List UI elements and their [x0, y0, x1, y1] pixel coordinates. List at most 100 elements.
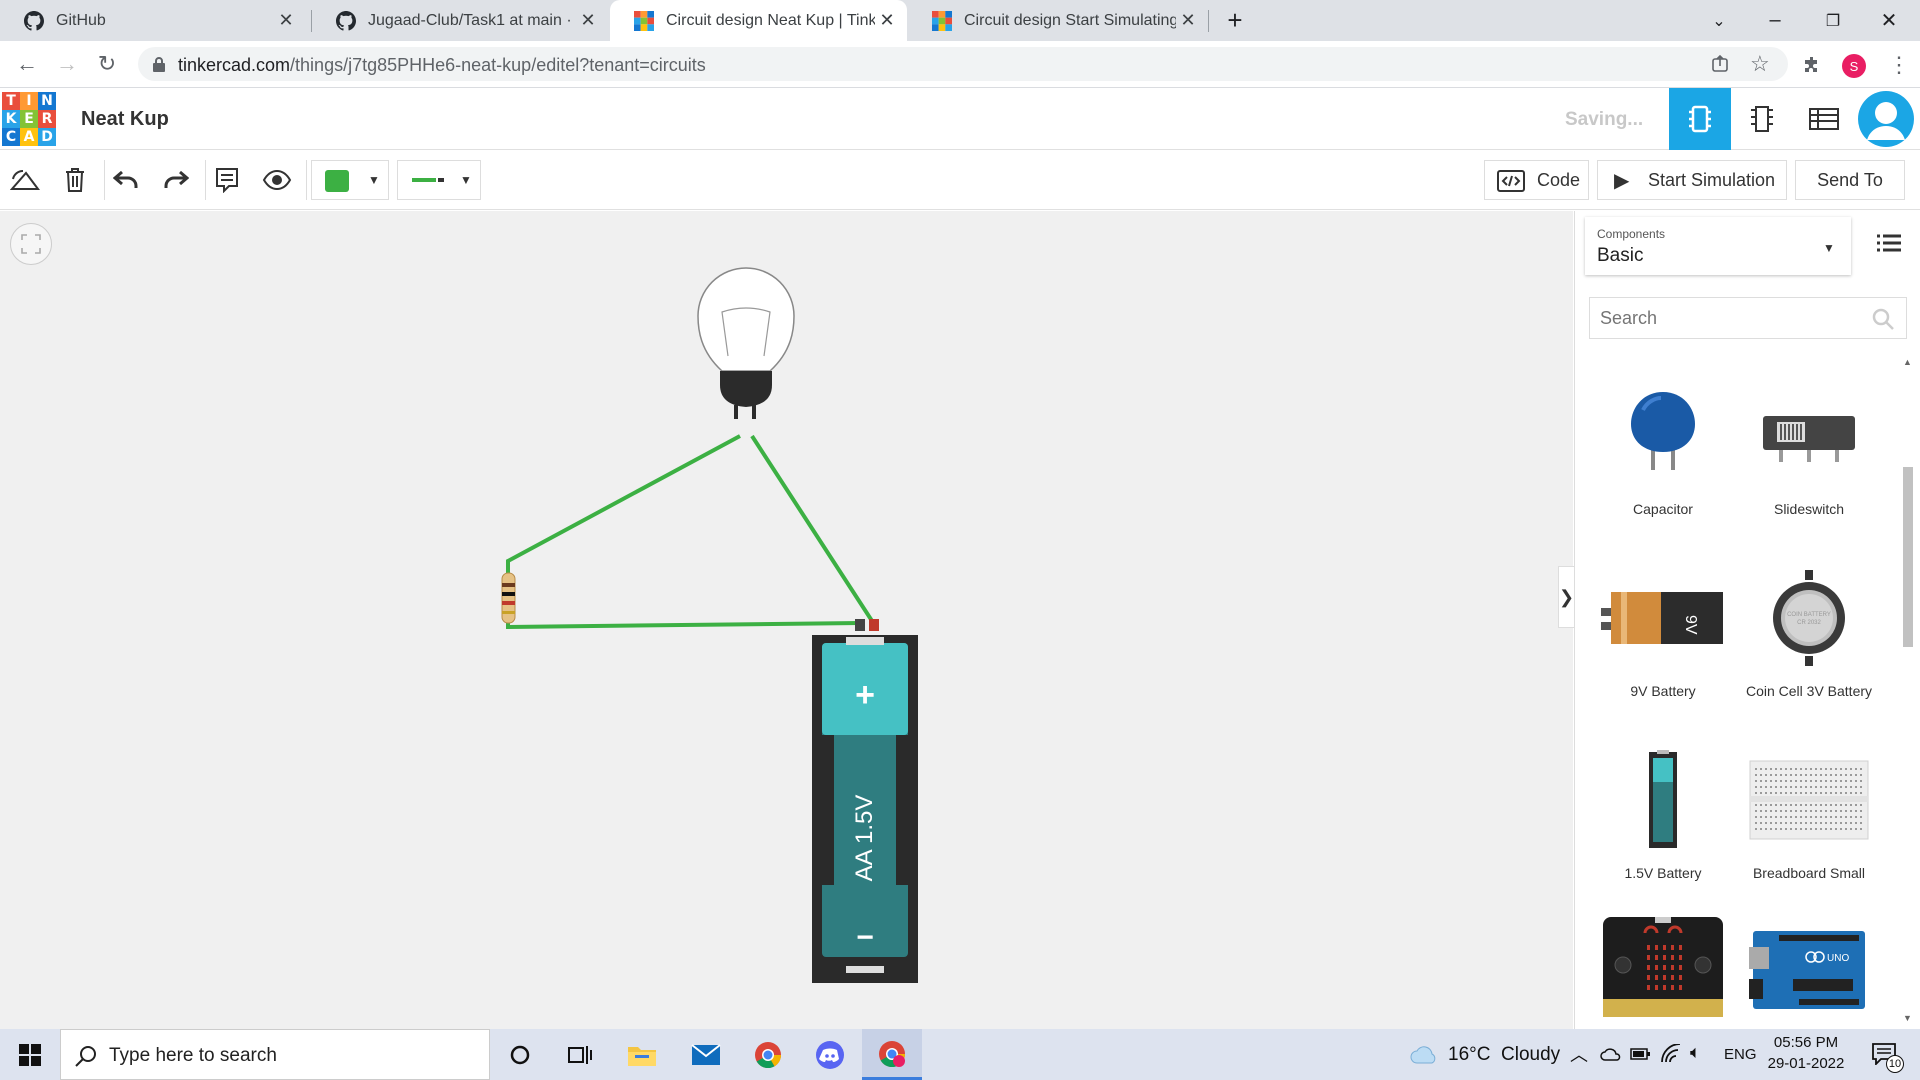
svg-text:UNO: UNO: [1827, 953, 1849, 964]
cortana-button[interactable]: [502, 1037, 538, 1073]
wire[interactable]: [506, 434, 741, 623]
logo-letter: E: [20, 110, 38, 128]
tinkercad-icon: [634, 10, 654, 31]
back-button[interactable]: ←: [12, 49, 42, 79]
forward-button[interactable]: →: [52, 49, 82, 79]
user-avatar[interactable]: [1855, 88, 1917, 150]
resistor[interactable]: [501, 572, 516, 624]
component-9v-battery[interactable]: 9V 9V Battery: [1593, 553, 1733, 699]
chevron-down-icon: ▼: [1823, 241, 1835, 255]
tray-expand-icon[interactable]: ︿: [1570, 1041, 1588, 1067]
code-button[interactable]: Code: [1484, 160, 1589, 200]
wire-type-dropdown[interactable]: ▼: [397, 160, 481, 200]
tab-search-button[interactable]: ⌄: [1692, 0, 1746, 41]
chrome-button[interactable]: [750, 1037, 786, 1073]
reload-button[interactable]: ↻: [92, 49, 122, 79]
start-simulation-button[interactable]: ▶ Start Simulation: [1597, 160, 1787, 200]
tab-title: Jugaad-Club/Task1 at main · Dipa: [368, 11, 576, 29]
list-toggle-button[interactable]: [1877, 233, 1901, 258]
eye-icon: [262, 169, 292, 191]
start-button[interactable]: [12, 1037, 48, 1073]
component-breadboard-small[interactable]: Breadboard Small: [1739, 735, 1879, 881]
tab-circuit-start-simulating[interactable]: Circuit design Start Simulating | T ✕: [908, 0, 1208, 41]
volume-icon[interactable]: 🔈︎: [1690, 1042, 1701, 1063]
undo-button[interactable]: [106, 160, 146, 200]
battery-icon[interactable]: [1630, 1046, 1652, 1062]
scrollbar[interactable]: ▲ ▼: [1901, 357, 1915, 1025]
bookmark-star-icon[interactable]: ☆: [1750, 51, 1770, 77]
close-icon[interactable]: ✕: [1176, 10, 1200, 31]
chrome-active-window-button[interactable]: [862, 1029, 922, 1080]
component-coin-cell-battery[interactable]: COIN BATTERY CR 2032 Coin Cell 3V Battery: [1739, 553, 1879, 699]
scroll-up-icon[interactable]: ▲: [1903, 357, 1912, 367]
file-explorer-button[interactable]: [624, 1037, 660, 1073]
extensions-icon[interactable]: [1802, 55, 1822, 75]
component-search-input[interactable]: [1589, 297, 1907, 339]
project-name[interactable]: Neat Kup: [81, 108, 169, 131]
tab-jugaad-club[interactable]: Jugaad-Club/Task1 at main · Dipa ✕: [312, 0, 608, 41]
minimize-button[interactable]: –: [1748, 0, 1802, 41]
component-arduino-uno[interactable]: UNO: [1739, 917, 1879, 1029]
component-1-5v-battery[interactable]: 1.5V Battery: [1593, 735, 1733, 881]
component-label: Coin Cell 3V Battery: [1745, 683, 1873, 699]
component-capacitor[interactable]: Capacitor: [1593, 371, 1733, 517]
component-microbit[interactable]: [1593, 917, 1733, 1029]
weather-text[interactable]: 16°C Cloudy: [1448, 1044, 1560, 1066]
github-icon: [336, 10, 356, 31]
onedrive-icon[interactable]: [1600, 1046, 1622, 1062]
wire-color-dropdown[interactable]: ▼: [311, 160, 389, 200]
component-label: Slideswitch: [1773, 501, 1845, 517]
component-label: 1.5V Battery: [1624, 865, 1702, 881]
clock-time: 05:56 PM: [1773, 1034, 1839, 1051]
scrollbar-thumb[interactable]: [1903, 467, 1913, 647]
tab-github[interactable]: GitHub ✕: [0, 0, 306, 41]
panel-toggle-chevron-icon[interactable]: ❯: [1558, 566, 1574, 628]
schematic-view-button[interactable]: [1731, 88, 1793, 150]
language-indicator[interactable]: ENG: [1724, 1046, 1757, 1063]
svg-text:COIN BATTERY: COIN BATTERY: [1787, 612, 1831, 618]
close-icon[interactable]: ✕: [576, 10, 600, 31]
code-icon: [1497, 170, 1525, 192]
profile-avatar[interactable]: S: [1842, 54, 1866, 78]
schematic-view-icon: [1751, 106, 1773, 132]
component-search-field[interactable]: [1600, 307, 1860, 329]
circuit-view-button[interactable]: [1669, 88, 1731, 150]
window-close-button[interactable]: ✕: [1862, 0, 1916, 41]
url-field[interactable]: tinkercad.com/things/j7tg85PHHe6-neat-ku…: [138, 47, 1788, 81]
mail-button[interactable]: [688, 1037, 724, 1073]
toggle-notes-visibility-button[interactable]: [257, 160, 297, 200]
new-tab-button[interactable]: +: [1208, 0, 1262, 41]
share-icon[interactable]: [1710, 54, 1730, 74]
task-view-button[interactable]: [562, 1037, 598, 1073]
light-bulb[interactable]: [697, 267, 795, 419]
wire[interactable]: [750, 434, 876, 626]
delete-button[interactable]: [55, 160, 95, 200]
scroll-down-icon[interactable]: ▼: [1903, 1013, 1912, 1023]
components-category-select[interactable]: Components Basic ▼: [1585, 217, 1851, 275]
tab-circuit-neat-kup[interactable]: Circuit design Neat Kup | Tinkerc ✕: [610, 0, 907, 41]
component-list-view-button[interactable]: [1793, 88, 1855, 150]
close-icon[interactable]: ✕: [875, 10, 899, 31]
battery-plus-sign: +: [855, 676, 875, 714]
notes-button[interactable]: [207, 160, 247, 200]
logo-letter: I: [20, 92, 38, 110]
discord-button[interactable]: [812, 1037, 848, 1073]
circuit-canvas[interactable]: + − AA 1.5V ❯: [0, 211, 1574, 1029]
windows-logo-icon: [19, 1044, 41, 1066]
tinkercad-logo[interactable]: T I N K E R C A D: [2, 92, 56, 146]
notification-center-button[interactable]: 10: [1868, 1039, 1908, 1073]
browser-tab-bar: GitHub ✕ Jugaad-Club/Task1 at main · Dip…: [0, 0, 1920, 41]
redo-button[interactable]: [156, 160, 196, 200]
maximize-button[interactable]: ❐: [1806, 0, 1860, 41]
send-to-button[interactable]: Send To: [1795, 160, 1905, 200]
close-icon[interactable]: ✕: [274, 10, 298, 31]
rotate-button[interactable]: [5, 160, 45, 200]
mail-icon: [691, 1044, 721, 1065]
wire[interactable]: [506, 621, 861, 630]
clock[interactable]: 05:56 PM 29-01-2022: [1766, 1034, 1846, 1072]
menu-kebab-icon[interactable]: ⋮: [1888, 52, 1910, 78]
wifi-icon[interactable]: [1660, 1044, 1682, 1064]
logo-letter: C: [2, 128, 20, 146]
component-slideswitch[interactable]: Slideswitch: [1739, 371, 1879, 517]
taskbar-search-box[interactable]: Type here to search: [60, 1029, 490, 1080]
